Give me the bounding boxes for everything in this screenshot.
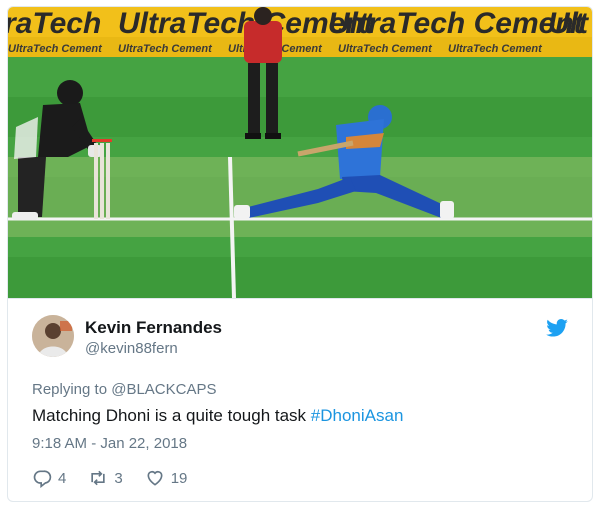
- reply-to-link[interactable]: @BLACKCAPS: [111, 381, 216, 398]
- banner-brand-text-2: UltraTech Cement: [328, 7, 586, 40]
- tweet-body: Kevin Fernandes @kevin88fern Replying to…: [8, 298, 592, 501]
- author-name[interactable]: Kevin Fernandes: [85, 318, 222, 338]
- author-handle[interactable]: @kevin88fern: [85, 340, 178, 357]
- tweet-timestamp[interactable]: 9:18 AM - Jan 22, 2018: [32, 435, 187, 452]
- tweet-photo[interactable]: raTech UltraTech Cement UltraTech Cement…: [8, 7, 592, 298]
- retweet-count: 3: [114, 469, 123, 487]
- like-icon: [147, 470, 163, 486]
- tweet-text-plain: Matching Dhoni is a quite tough task: [32, 406, 311, 425]
- retweet-icon: [91, 470, 106, 486]
- cricket-photo: raTech UltraTech Cement UltraTech Cement…: [8, 7, 592, 298]
- like-count: 19: [170, 469, 188, 487]
- twitter-bird-icon[interactable]: [546, 319, 568, 337]
- reply-button[interactable]: 4: [32, 468, 66, 488]
- like-button[interactable]: 19: [145, 468, 188, 488]
- hashtag-link[interactable]: #DhoniAsan: [311, 406, 404, 425]
- banner-small-text-4: UltraTech Cement: [338, 43, 433, 55]
- banner-small-text-1: UltraTech Cement: [8, 43, 103, 55]
- author-avatar[interactable]: [32, 315, 74, 357]
- reply-context: Replying to @BLACKCAPS: [32, 381, 216, 398]
- retweet-button[interactable]: 3: [88, 468, 123, 488]
- banner-small-text-5: UltraTech Cement: [448, 43, 543, 55]
- reply-prefix: Replying to: [32, 381, 108, 398]
- reply-icon: [33, 470, 52, 488]
- tweet-card: raTech UltraTech Cement UltraTech Cement…: [7, 6, 593, 502]
- tweet-actions: 4 3 19: [32, 467, 209, 489]
- banner-right-text: Ult: [548, 7, 590, 40]
- reply-count: 4: [58, 469, 67, 487]
- avatar-image: [32, 315, 74, 357]
- banner-small-text-2: UltraTech Cement: [118, 43, 213, 55]
- stumps: [92, 139, 112, 219]
- banner-left-text: raTech: [8, 7, 101, 40]
- tweet-text: Matching Dhoni is a quite tough task #Dh…: [32, 406, 403, 426]
